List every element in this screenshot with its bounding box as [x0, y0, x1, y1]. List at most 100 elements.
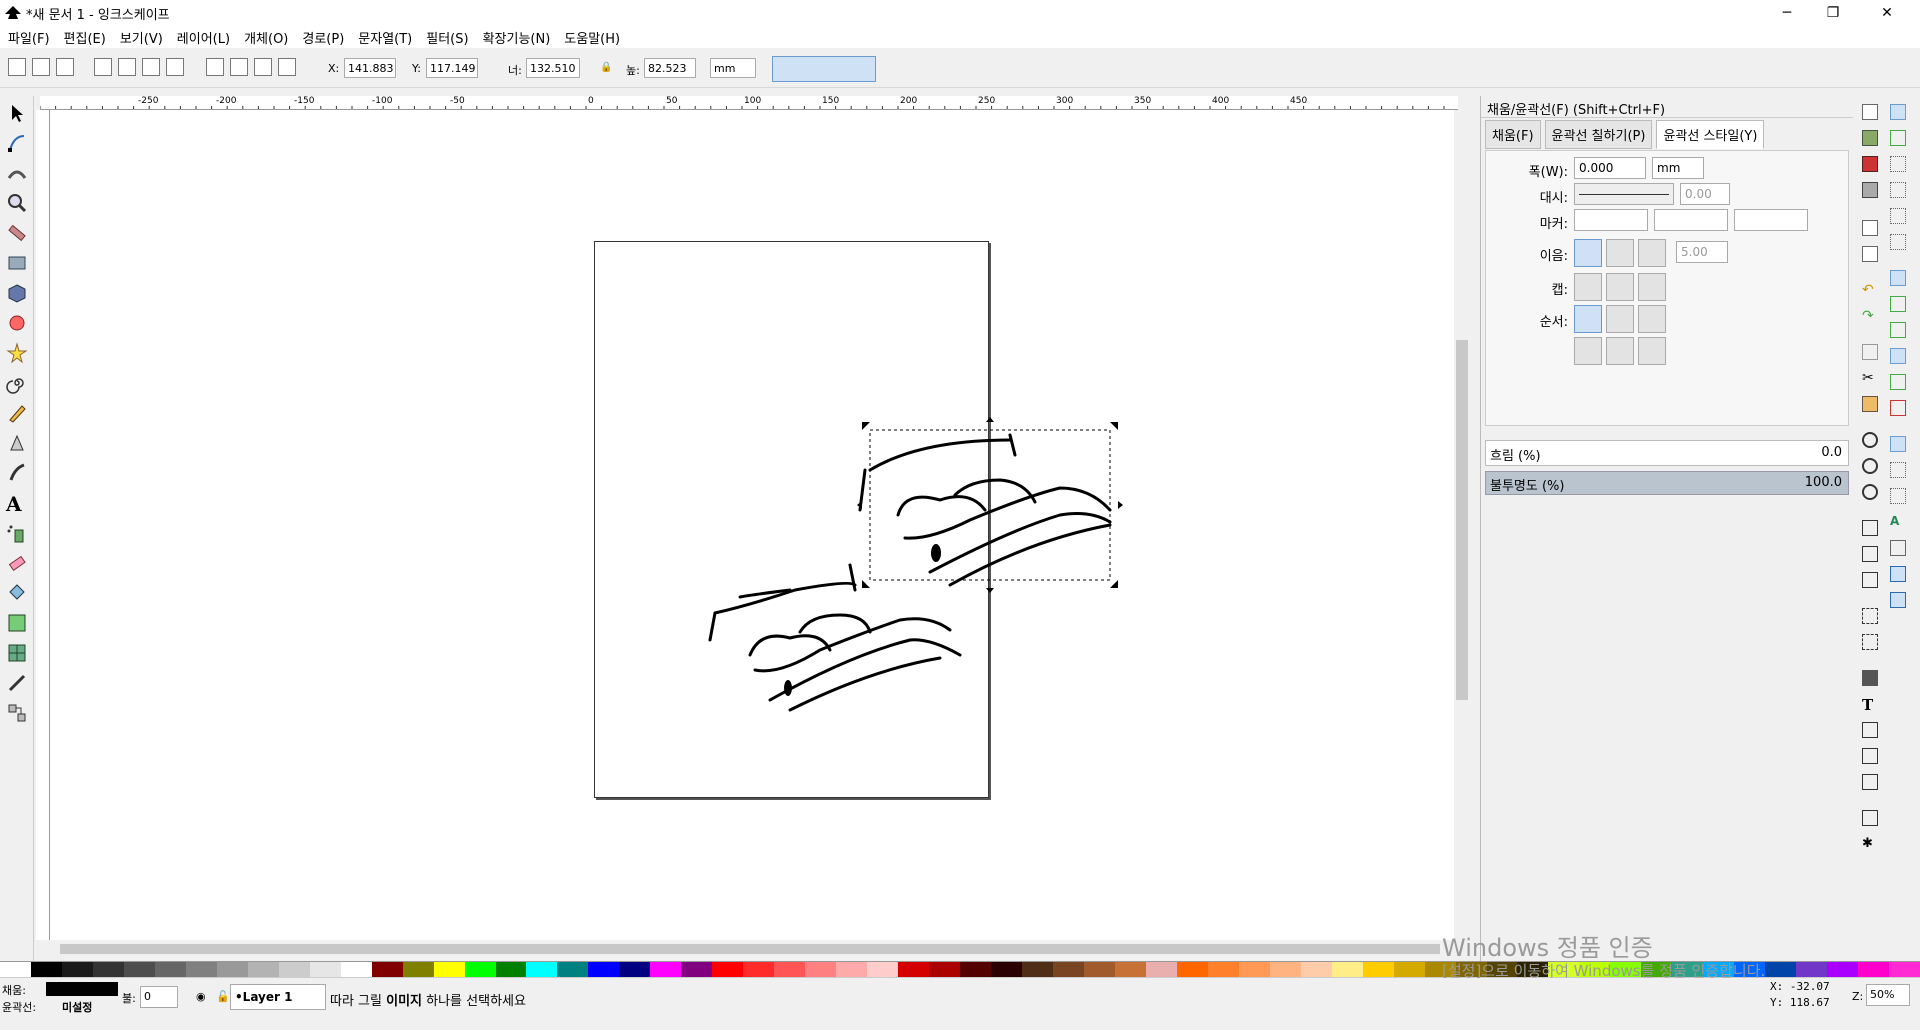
group-icon[interactable] — [1862, 608, 1878, 624]
palette-swatch[interactable] — [774, 962, 806, 978]
vertical-scroll-thumb[interactable] — [1456, 340, 1468, 700]
3d-box-tool-icon[interactable] — [6, 282, 28, 304]
palette-swatch[interactable] — [619, 962, 651, 978]
flip-vertical-icon[interactable] — [166, 58, 184, 76]
blur-row[interactable]: 흐림 (%) 0.0 — [1485, 440, 1849, 466]
align-distribute-icon[interactable] — [1862, 774, 1878, 790]
rectangle-tool-icon[interactable] — [6, 252, 28, 274]
join-round-button[interactable] — [1606, 239, 1634, 267]
palette-swatch[interactable] — [433, 962, 465, 978]
palette-swatch[interactable] — [929, 962, 961, 978]
palette-swatch[interactable] — [1052, 962, 1084, 978]
stroke-width-input[interactable]: 0.000 — [1574, 157, 1646, 179]
pen-tool-icon[interactable] — [6, 432, 28, 454]
start-marker-select[interactable] — [1574, 209, 1648, 231]
palette-swatch[interactable] — [1114, 962, 1146, 978]
connector-tool-icon[interactable] — [6, 702, 28, 724]
dash-offset-input[interactable]: 0.00 — [1680, 183, 1730, 205]
zoom-selection-icon[interactable] — [1862, 432, 1878, 448]
ungroup-icon[interactable] — [1862, 634, 1878, 650]
cut-icon[interactable]: ✂ — [1862, 370, 1878, 386]
close-button[interactable]: ✕ — [1864, 0, 1910, 26]
lower-icon[interactable] — [254, 58, 272, 76]
drawing-layer[interactable] — [50, 110, 1458, 940]
unlink-clone-icon[interactable] — [1862, 572, 1878, 588]
snap-midpoint-icon[interactable] — [1890, 400, 1906, 416]
minimize-button[interactable]: ─ — [1764, 0, 1810, 26]
snap-toggle-icon[interactable] — [1890, 104, 1906, 120]
palette-swatch[interactable] — [557, 962, 589, 978]
copy-icon[interactable] — [1862, 344, 1878, 360]
palette-swatch[interactable] — [805, 962, 837, 978]
snap-bbox-mid-icon[interactable] — [1890, 208, 1906, 224]
snap-rotation-center-icon[interactable] — [1890, 488, 1906, 504]
text-tool-icon[interactable]: A — [6, 492, 28, 516]
palette-swatch[interactable] — [898, 962, 930, 978]
palette-swatch[interactable] — [960, 962, 991, 978]
snap-nodes-icon[interactable] — [1890, 270, 1906, 286]
palette-swatch[interactable] — [1827, 962, 1859, 978]
duplicate-icon[interactable] — [1862, 520, 1878, 536]
zoom-drawing-icon[interactable] — [1862, 458, 1878, 474]
snap-center-icon[interactable] — [1890, 462, 1906, 478]
mesh-tool-icon[interactable] — [6, 642, 28, 664]
palette-swatch[interactable] — [1796, 962, 1828, 978]
canvas[interactable] — [50, 110, 1458, 940]
dropper-tool-icon[interactable] — [6, 672, 28, 694]
snap-smooth-icon[interactable] — [1890, 374, 1906, 390]
width-input[interactable]: 132.510 — [526, 58, 580, 78]
tab-fill[interactable]: 채움(F) — [1485, 119, 1541, 149]
palette-swatch[interactable] — [92, 962, 124, 978]
palette-swatch[interactable] — [712, 962, 744, 978]
snap-cusp-icon[interactable] — [1890, 348, 1906, 364]
palette-swatch[interactable] — [123, 962, 155, 978]
palette-swatch[interactable] — [867, 962, 899, 978]
palette-swatch[interactable] — [991, 962, 1022, 978]
stroke-unit-select[interactable]: mm — [1652, 157, 1704, 179]
import-icon[interactable] — [1862, 220, 1878, 236]
select-all-layers-icon[interactable] — [32, 58, 50, 76]
paste-icon[interactable] — [1862, 396, 1878, 412]
opacity-status-input[interactable]: 0 — [140, 986, 178, 1008]
snap-intersection-icon[interactable] — [1890, 322, 1906, 338]
spray-tool-icon[interactable] — [6, 522, 28, 544]
palette-swatch[interactable] — [309, 962, 341, 978]
palette-swatch[interactable] — [278, 962, 310, 978]
menu-file[interactable]: 파일(F) — [8, 28, 50, 47]
vertical-scrollbar[interactable] — [1454, 110, 1470, 940]
menu-edit[interactable]: 편집(E) — [64, 28, 106, 47]
menu-view[interactable]: 보기(V) — [120, 28, 163, 47]
palette-swatch[interactable] — [1331, 962, 1363, 978]
opacity-value[interactable]: 100.0 — [1805, 475, 1842, 490]
palette-swatch[interactable] — [1889, 962, 1920, 978]
snap-guide-icon[interactable] — [1890, 592, 1906, 608]
palette-swatch[interactable] — [588, 962, 620, 978]
zoom-tool-icon[interactable] — [6, 192, 28, 214]
menu-help[interactable]: 도움말(H) — [564, 28, 620, 47]
horizontal-scroll-thumb[interactable] — [60, 944, 1440, 954]
open-file-icon[interactable] — [1862, 130, 1878, 146]
join-bevel-button[interactable] — [1638, 239, 1666, 267]
select-all-icon[interactable] — [8, 58, 26, 76]
layer-lock-icon[interactable]: 🔓 — [216, 990, 230, 1003]
lock-icon[interactable]: 🔒 — [600, 62, 612, 73]
spiral-tool-icon[interactable] — [6, 372, 28, 394]
cap-butt-button[interactable] — [1574, 273, 1602, 301]
menu-layer[interactable]: 레이어(L) — [177, 28, 230, 47]
blur-value[interactable]: 0.0 — [1821, 445, 1842, 460]
snap-bbox-center-icon[interactable] — [1890, 234, 1906, 250]
star-tool-icon[interactable] — [6, 342, 28, 364]
snap-bbox-icon[interactable] — [1890, 130, 1906, 146]
palette-swatch[interactable] — [1145, 962, 1177, 978]
y-input[interactable]: 117.149 — [426, 58, 478, 78]
gradient-tool-icon[interactable] — [6, 612, 28, 634]
palette-swatch[interactable] — [1238, 962, 1270, 978]
rotate-ccw-icon[interactable] — [94, 58, 112, 76]
palette-swatch[interactable] — [495, 962, 527, 978]
mid-marker-select[interactable] — [1654, 209, 1728, 231]
palette-swatch[interactable] — [1207, 962, 1239, 978]
palette-swatch[interactable] — [247, 962, 279, 978]
xml-editor-icon[interactable] — [1862, 748, 1878, 764]
tweak-tool-icon[interactable] — [6, 162, 28, 184]
palette-swatch[interactable] — [1393, 962, 1425, 978]
